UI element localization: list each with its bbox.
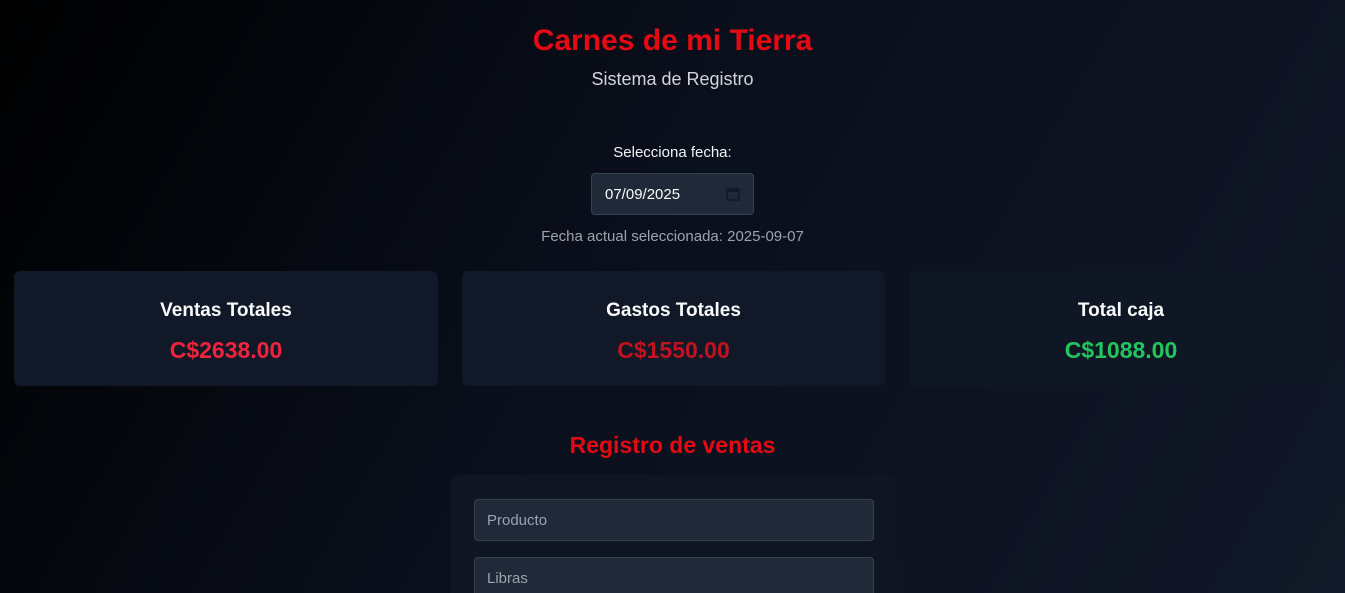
- product-input[interactable]: [474, 499, 874, 541]
- selected-date-note: Fecha actual seleccionada: 2025-09-07: [541, 228, 804, 245]
- app-title: Carnes de mi Tierra: [532, 24, 813, 57]
- cash-total-card: Total caja C$1088.00: [909, 271, 1333, 386]
- sales-total-value: C$2638.00: [169, 337, 283, 363]
- date-selector: Selecciona fecha: 07/09/2025 Fecha actua…: [0, 143, 1345, 247]
- calendar-icon[interactable]: [725, 186, 741, 202]
- sales-register-title: Registro de ventas: [569, 432, 776, 458]
- expenses-total-value: C$1550.00: [617, 337, 730, 363]
- cash-total-title: Total caja: [1077, 300, 1165, 321]
- date-label: Selecciona fecha:: [613, 144, 732, 161]
- app-subtitle: Sistema de Registro: [591, 69, 754, 89]
- expenses-total-title: Gastos Totales: [606, 300, 741, 321]
- date-input[interactable]: 07/09/2025: [591, 173, 754, 215]
- sales-form: [450, 475, 898, 593]
- page-header: Carnes de mi Tierra Sistema de Registro: [0, 22, 1345, 91]
- pounds-input[interactable]: [474, 557, 874, 593]
- sales-total-card: Ventas Totales C$2638.00: [14, 271, 438, 386]
- expenses-total-card: Gastos Totales C$1550.00: [462, 271, 885, 386]
- sales-total-title: Ventas Totales: [160, 300, 292, 321]
- cash-total-value: C$1088.00: [1064, 337, 1178, 363]
- date-input-value[interactable]: 07/09/2025: [605, 186, 680, 203]
